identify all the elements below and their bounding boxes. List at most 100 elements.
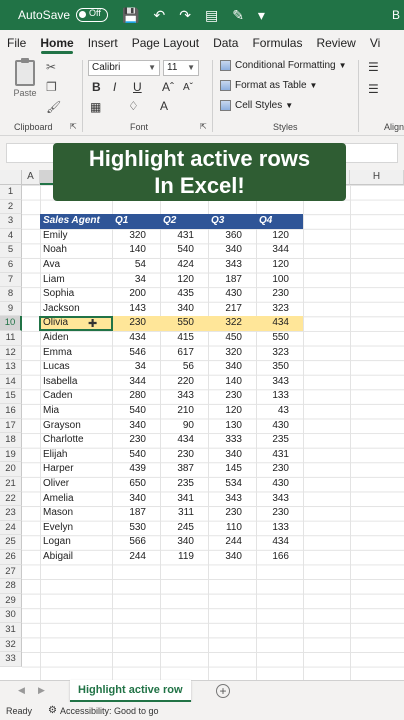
spreadsheet-grid[interactable]: A B C D E F G H 123456789101112131415161… [0,170,404,680]
row-header[interactable]: 30 [0,608,22,623]
quarter-value-cell[interactable]: 120 [160,273,208,288]
quarter-value-cell[interactable]: 119 [160,550,208,565]
quarter-value-cell[interactable]: 54 [112,258,160,273]
quarter-value-cell[interactable]: 387 [160,462,208,477]
row-header[interactable]: 16 [0,404,22,419]
row-header[interactable]: 32 [0,637,22,653]
tab-page-layout[interactable]: Page Layout [125,30,206,56]
borders-icon[interactable]: ▦ [90,100,101,114]
agent-name-cell[interactable]: Emily [40,229,112,244]
agent-name-cell[interactable]: Mia [40,404,112,419]
decrease-font-icon[interactable]: Aˇ [183,82,193,93]
quarter-value-cell[interactable]: 34 [112,360,160,375]
quarter-value-cell[interactable]: 230 [160,448,208,463]
column-header-h[interactable]: H [350,170,404,185]
agent-name-cell[interactable]: Amelia [40,492,112,507]
row-header[interactable]: 20 [0,462,22,477]
quarter-value-cell[interactable]: 341 [160,492,208,507]
quarter-value-cell[interactable]: 344 [112,375,160,390]
bold-button[interactable]: B [92,80,101,94]
quarter-value-cell[interactable]: 322 [208,316,256,331]
quarter-value-cell[interactable]: 235 [256,433,303,448]
quarter-value-cell[interactable]: 230 [112,433,160,448]
quarter-value-cell[interactable]: 650 [112,477,160,492]
quarter-value-cell[interactable]: 235 [160,477,208,492]
prev-sheet-icon[interactable]: ◀ [18,685,25,696]
agent-name-cell[interactable]: Grayson [40,419,112,434]
font-name-select[interactable]: Calibri ▼ [88,60,160,76]
agent-name-cell[interactable]: Logan [40,535,112,550]
row-header[interactable]: 17 [0,418,22,434]
quarter-value-cell[interactable]: 140 [112,243,160,258]
agent-name-cell[interactable]: Caden [40,389,112,404]
dialog-launcher-icon[interactable]: ⇱ [70,122,77,131]
quarter-value-cell[interactable]: 434 [256,535,303,550]
quarter-value-cell[interactable]: 220 [160,375,208,390]
quarter-value-cell[interactable]: 245 [160,521,208,536]
agent-name-cell[interactable]: Aiden [40,331,112,346]
quarter-value-cell[interactable]: 431 [256,448,303,463]
font-size-select[interactable]: 11 ▼ [163,60,199,76]
quarter-value-cell[interactable]: 230 [256,287,303,302]
quarter-value-cell[interactable]: 280 [112,389,160,404]
agent-name-cell[interactable]: Mason [40,506,112,521]
next-sheet-icon[interactable]: ▶ [38,685,45,696]
add-sheet-button[interactable]: + [216,684,230,698]
quarter-value-cell[interactable]: 230 [256,462,303,477]
quarter-value-cell[interactable]: 56 [160,360,208,375]
quarter-value-cell[interactable]: 430 [208,287,256,302]
row-header[interactable]: 31 [0,623,22,638]
quarter-value-cell[interactable]: 343 [160,389,208,404]
quarter-value-cell[interactable]: 340 [160,535,208,550]
align-left-icon[interactable]: ☰ [368,82,379,96]
font-color-icon[interactable]: A [160,99,168,113]
row-header[interactable]: 26 [0,550,22,565]
table-header-cell[interactable]: Sales Agent [40,214,112,229]
quarter-value-cell[interactable]: 415 [160,331,208,346]
row-header[interactable]: 2 [0,199,22,215]
agent-name-cell[interactable]: Emma [40,346,112,361]
quarter-value-cell[interactable]: 450 [208,331,256,346]
agent-name-cell[interactable]: Sophia [40,287,112,302]
row-header[interactable]: 18 [0,433,22,448]
quarter-value-cell[interactable]: 343 [256,492,303,507]
column-header-a[interactable]: A [22,170,40,185]
row-header[interactable]: 28 [0,579,22,594]
quarter-value-cell[interactable]: 133 [256,389,303,404]
quarter-value-cell[interactable]: 217 [208,302,256,317]
quarter-value-cell[interactable]: 540 [112,404,160,419]
quarter-value-cell[interactable]: 340 [208,360,256,375]
quarter-value-cell[interactable]: 617 [160,346,208,361]
quarter-value-cell[interactable]: 140 [208,375,256,390]
row-header[interactable]: 9 [0,301,22,317]
table-header-cell[interactable]: Q2 [160,214,208,229]
quarter-value-cell[interactable]: 430 [256,419,303,434]
quarter-value-cell[interactable]: 200 [112,287,160,302]
quarter-value-cell[interactable]: 187 [208,273,256,288]
tab-file[interactable]: File [0,30,33,56]
quarter-value-cell[interactable]: 534 [208,477,256,492]
underline-button[interactable]: U [133,80,142,94]
row-header[interactable]: 8 [0,287,22,302]
quarter-value-cell[interactable]: 230 [112,316,160,331]
save-icon[interactable]: 💾 [122,8,139,22]
quarter-value-cell[interactable]: 550 [256,331,303,346]
quarter-value-cell[interactable]: 110 [208,521,256,536]
quarter-value-cell[interactable]: 340 [112,419,160,434]
quarter-value-cell[interactable]: 333 [208,433,256,448]
row-header[interactable]: 25 [0,535,22,550]
undo-icon[interactable]: ↶ [153,8,165,22]
quarter-value-cell[interactable]: 435 [160,287,208,302]
quarter-value-cell[interactable]: 340 [112,492,160,507]
quarter-value-cell[interactable]: 566 [112,535,160,550]
agent-name-cell[interactable]: Isabella [40,375,112,390]
quarter-value-cell[interactable]: 424 [160,258,208,273]
paste-button[interactable]: Paste [10,58,40,98]
redo-icon[interactable]: ↷ [179,8,191,22]
select-all-corner[interactable] [0,170,22,185]
row-header[interactable]: 7 [0,272,22,288]
row-header[interactable]: 22 [0,491,22,507]
row-header[interactable]: 4 [0,228,22,244]
quarter-value-cell[interactable]: 340 [208,448,256,463]
quarter-value-cell[interactable]: 320 [208,346,256,361]
